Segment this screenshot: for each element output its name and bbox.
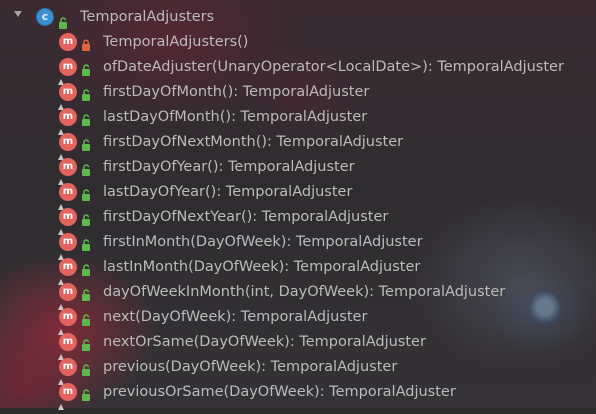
method-row[interactable]: m TemporalAdjusters() bbox=[0, 30, 596, 55]
static-pin-icon bbox=[58, 395, 64, 410]
method-row[interactable]: m firstDayOfNextYear(): TemporalAdjuster bbox=[0, 205, 596, 235]
static-pin-icon bbox=[58, 170, 64, 185]
public-lock-icon bbox=[81, 61, 91, 76]
static-pin-icon bbox=[58, 320, 64, 335]
static-pin-icon bbox=[58, 370, 64, 385]
method-signature-label: lastInMonth(DayOfWeek): TemporalAdjuster bbox=[103, 259, 421, 275]
method-row[interactable]: m dayOfWeekInMonth(int, DayOfWeek): Tempo… bbox=[0, 280, 596, 310]
static-pin-icon bbox=[58, 220, 64, 235]
static-pin-icon bbox=[58, 70, 64, 85]
method-row[interactable]: m firstDayOfYear(): TemporalAdjuster bbox=[0, 155, 596, 185]
method-row[interactable]: m firstInMonth(DayOfWeek): TemporalAdjust… bbox=[0, 230, 596, 260]
static-pin-icon bbox=[58, 345, 64, 360]
static-pin-icon bbox=[58, 95, 64, 110]
method-icon: m bbox=[59, 33, 77, 51]
tree-root-row[interactable]: c TemporalAdjusters bbox=[0, 5, 596, 30]
public-lock-icon bbox=[81, 86, 91, 101]
method-signature-label: lastDayOfYear(): TemporalAdjuster bbox=[103, 184, 353, 200]
method-signature-label: firstDayOfNextYear(): TemporalAdjuster bbox=[103, 209, 389, 225]
method-signature-label: lastDayOfMonth(): TemporalAdjuster bbox=[103, 109, 368, 125]
public-lock-icon bbox=[81, 161, 91, 176]
public-lock-icon bbox=[81, 386, 91, 401]
static-pin-icon bbox=[58, 270, 64, 285]
static-pin-icon bbox=[58, 145, 64, 160]
method-signature-label: dayOfWeekInMonth(int, DayOfWeek): Tempor… bbox=[103, 284, 506, 300]
public-lock-icon bbox=[81, 261, 91, 276]
method-signature-label: firstInMonth(DayOfWeek): TemporalAdjuste… bbox=[103, 234, 423, 250]
public-lock-icon bbox=[58, 14, 68, 29]
method-signature-label: firstDayOfNextMonth(): TemporalAdjuster bbox=[103, 134, 404, 150]
method-row[interactable]: m lastDayOfMonth(): TemporalAdjuster bbox=[0, 105, 596, 135]
static-pin-icon bbox=[58, 195, 64, 210]
public-lock-icon bbox=[81, 136, 91, 151]
method-row[interactable]: m lastDayOfYear(): TemporalAdjuster bbox=[0, 180, 596, 210]
static-pin-icon bbox=[58, 120, 64, 135]
public-lock-icon bbox=[81, 286, 91, 301]
method-signature-label: firstDayOfMonth(): TemporalAdjuster bbox=[103, 84, 370, 100]
method-row[interactable]: m nextOrSame(DayOfWeek): TemporalAdjuster bbox=[0, 330, 596, 360]
method-signature-label: next(DayOfWeek): TemporalAdjuster bbox=[103, 309, 368, 325]
structure-tree: c TemporalAdjusters m TemporalAdjusters()… bbox=[0, 0, 596, 410]
public-lock-icon bbox=[81, 186, 91, 201]
method-signature-label: previous(DayOfWeek): TemporalAdjuster bbox=[103, 359, 398, 375]
method-signature-label: firstDayOfYear(): TemporalAdjuster bbox=[103, 159, 355, 175]
class-name-label: TemporalAdjusters bbox=[80, 9, 215, 25]
class-icon: c bbox=[36, 8, 54, 26]
method-signature-label: previousOrSame(DayOfWeek): TemporalAdjus… bbox=[103, 384, 456, 400]
method-row[interactable]: m firstDayOfMonth(): TemporalAdjuster bbox=[0, 80, 596, 110]
method-signature-label: TemporalAdjusters() bbox=[103, 34, 249, 50]
public-lock-icon bbox=[81, 236, 91, 251]
method-row[interactable]: m firstDayOfNextMonth(): TemporalAdjuster bbox=[0, 130, 596, 160]
method-row[interactable]: m next(DayOfWeek): TemporalAdjuster bbox=[0, 305, 596, 335]
method-row[interactable]: m lastInMonth(DayOfWeek): TemporalAdjuste… bbox=[0, 255, 596, 285]
method-signature-label: nextOrSame(DayOfWeek): TemporalAdjuster bbox=[103, 334, 426, 350]
public-lock-icon bbox=[81, 361, 91, 376]
public-lock-icon bbox=[81, 211, 91, 226]
static-pin-icon bbox=[58, 295, 64, 310]
method-row[interactable]: m ofDateAdjuster(UnaryOperator<LocalDate>… bbox=[0, 55, 596, 85]
method-signature-label: ofDateAdjuster(UnaryOperator<LocalDate>)… bbox=[103, 59, 564, 75]
public-lock-icon bbox=[81, 311, 91, 326]
method-row[interactable]: m previousOrSame(DayOfWeek): TemporalAdju… bbox=[0, 380, 596, 410]
expand-arrow-icon[interactable] bbox=[14, 11, 22, 17]
static-pin-icon bbox=[58, 245, 64, 260]
public-lock-icon bbox=[81, 336, 91, 351]
method-row[interactable]: m previous(DayOfWeek): TemporalAdjuster bbox=[0, 355, 596, 385]
private-lock-icon bbox=[81, 36, 91, 51]
public-lock-icon bbox=[81, 111, 91, 126]
